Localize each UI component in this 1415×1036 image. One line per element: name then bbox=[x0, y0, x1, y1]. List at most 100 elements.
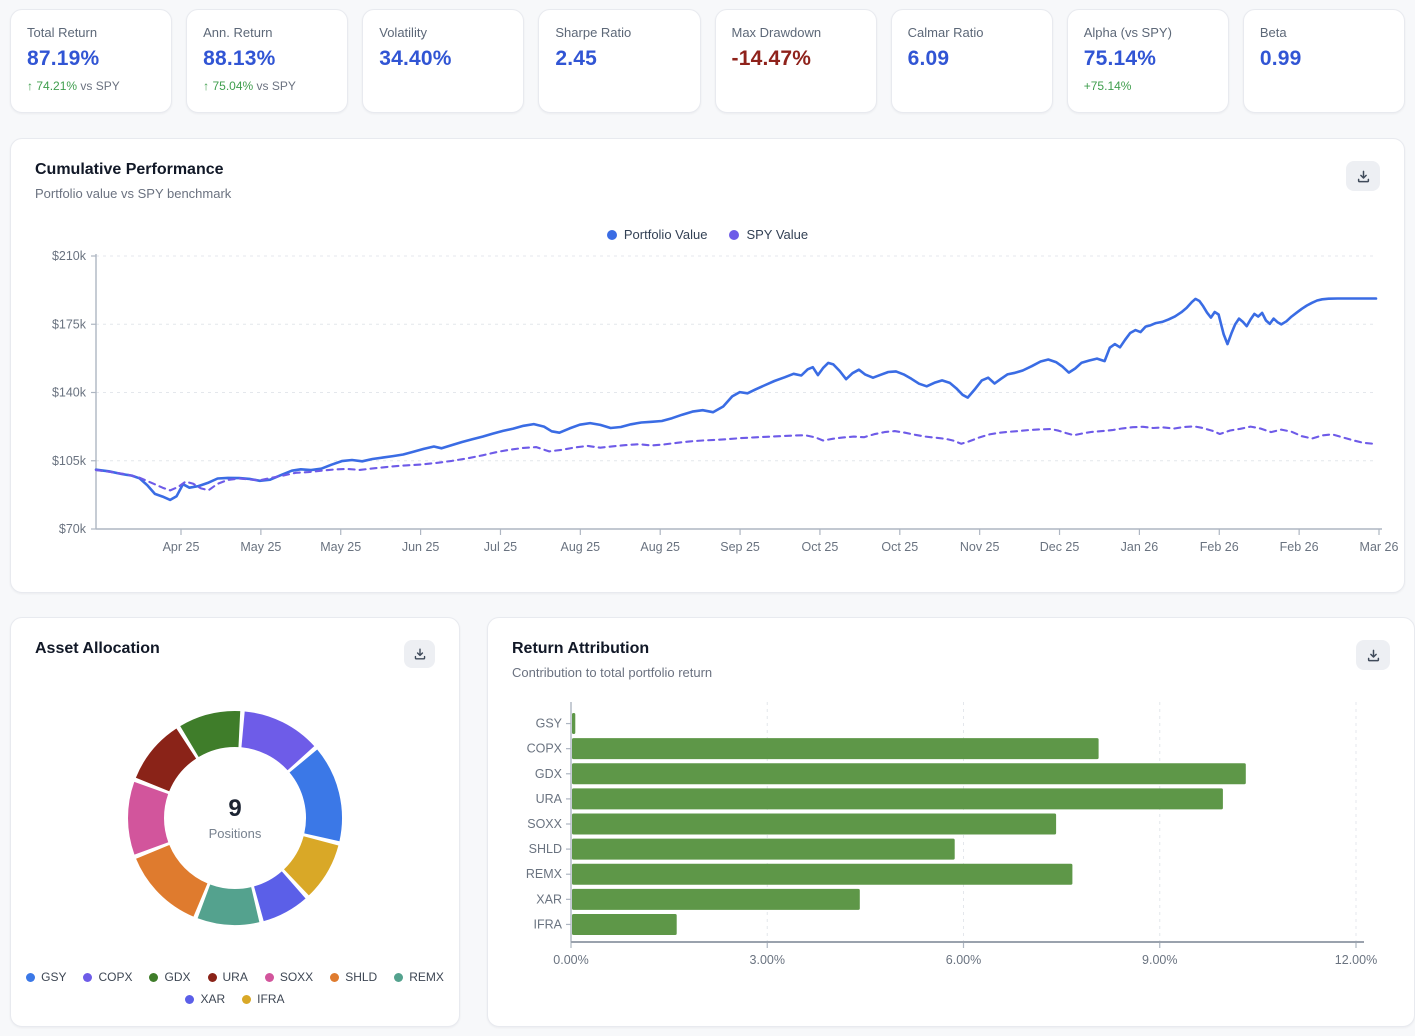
donut-slice-ifra bbox=[296, 841, 321, 883]
stat-value: -14.47% bbox=[732, 47, 860, 71]
legend-dot bbox=[83, 973, 92, 982]
delta-suffix: vs SPY bbox=[77, 79, 120, 93]
legend-dot bbox=[394, 973, 403, 982]
donut-slice-gdx bbox=[189, 729, 239, 742]
svg-text:12.00%: 12.00% bbox=[1335, 953, 1377, 967]
donut-slice-ura bbox=[153, 744, 187, 785]
donut-slice-shld bbox=[153, 852, 201, 900]
download-performance-button[interactable] bbox=[1346, 161, 1380, 191]
allocation-legend-item-gsy[interactable]: GSY bbox=[26, 970, 66, 984]
stat-value: 34.40% bbox=[379, 47, 507, 71]
attribution-header: Return Attribution Contribution to total… bbox=[488, 618, 1414, 680]
donut-slice-remx bbox=[204, 901, 255, 907]
svg-text:$175k: $175k bbox=[52, 317, 87, 331]
svg-text:6.00%: 6.00% bbox=[946, 953, 981, 967]
svg-text:$105k: $105k bbox=[52, 454, 87, 468]
stat-value: 87.19% bbox=[27, 47, 155, 71]
performance-legend: Portfolio Value SPY Value bbox=[11, 227, 1404, 242]
donut-slice-copx bbox=[243, 729, 301, 758]
stat-label: Ann. Return bbox=[203, 25, 331, 40]
legend-label: GSY bbox=[41, 970, 66, 984]
svg-text:$70k: $70k bbox=[59, 522, 87, 536]
allocation-title: Asset Allocation bbox=[35, 640, 160, 658]
stat-label: Alpha (vs SPY) bbox=[1084, 25, 1212, 40]
svg-text:Oct 25: Oct 25 bbox=[802, 540, 839, 554]
legend-label: IFRA bbox=[257, 992, 284, 1006]
up-arrow-icon: ↑ bbox=[27, 79, 36, 93]
svg-text:IFRA: IFRA bbox=[534, 917, 563, 931]
stat-delta: ↑ 74.21% vs SPY bbox=[27, 79, 155, 93]
allocation-legend-item-ifra[interactable]: IFRA bbox=[242, 992, 284, 1006]
attribution-bar-xar bbox=[572, 889, 860, 910]
allocation-legend-item-remx[interactable]: REMX bbox=[394, 970, 444, 984]
svg-text:Jul 25: Jul 25 bbox=[484, 540, 517, 554]
legend-label: Portfolio Value bbox=[624, 227, 708, 242]
legend-label: SOXX bbox=[280, 970, 313, 984]
attribution-bar-soxx bbox=[572, 814, 1056, 835]
svg-text:Feb 26: Feb 26 bbox=[1280, 540, 1319, 554]
attribution-bar-shld bbox=[572, 839, 955, 860]
legend-item-portfolio-value[interactable]: Portfolio Value bbox=[607, 227, 708, 242]
stat-card-beta: Beta0.99 bbox=[1243, 9, 1405, 113]
svg-text:Jan 26: Jan 26 bbox=[1121, 540, 1159, 554]
legend-label: REMX bbox=[409, 970, 444, 984]
attribution-bar-ura bbox=[572, 788, 1223, 809]
svg-text:REMX: REMX bbox=[526, 867, 563, 881]
cumulative-performance-card: Cumulative Performance Portfolio value v… bbox=[10, 138, 1405, 593]
allocation-legend-item-soxx[interactable]: SOXX bbox=[265, 970, 313, 984]
svg-text:May 25: May 25 bbox=[320, 540, 361, 554]
download-icon bbox=[1356, 169, 1371, 184]
allocation-donut-wrap: 9 Positions bbox=[11, 668, 459, 968]
stat-label: Max Drawdown bbox=[732, 25, 860, 40]
return-attribution-card: Return Attribution Contribution to total… bbox=[487, 617, 1415, 1027]
allocation-header: Asset Allocation bbox=[11, 618, 459, 668]
stat-value: 88.13% bbox=[203, 47, 331, 71]
legend-dot bbox=[208, 973, 217, 982]
stat-value: 2.45 bbox=[555, 47, 683, 71]
performance-header: Cumulative Performance Portfolio value v… bbox=[11, 139, 1404, 201]
legend-dot bbox=[330, 973, 339, 982]
download-icon bbox=[1366, 648, 1381, 663]
allocation-legend-item-copx[interactable]: COPX bbox=[83, 970, 132, 984]
svg-text:Aug 25: Aug 25 bbox=[561, 540, 601, 554]
stat-card-ann-return: Ann. Return88.13%↑ 75.04% vs SPY bbox=[186, 9, 348, 113]
attribution-bar-copx bbox=[572, 738, 1099, 759]
allocation-legend-item-gdx[interactable]: GDX bbox=[149, 970, 190, 984]
stat-value: 75.14% bbox=[1084, 47, 1212, 71]
stat-delta: +75.14% bbox=[1084, 79, 1212, 93]
legend-dot bbox=[607, 230, 617, 240]
stat-card-row: Total Return 87.19% ↑ 74.21% vs SPY Ann. Re… bbox=[10, 9, 1405, 113]
svg-text:$140k: $140k bbox=[52, 386, 87, 400]
legend-dot bbox=[265, 973, 274, 982]
attribution-bar-gdx bbox=[572, 763, 1246, 784]
svg-text:Sep 25: Sep 25 bbox=[720, 540, 760, 554]
legend-label: COPX bbox=[98, 970, 132, 984]
legend-item-spy-value[interactable]: SPY Value bbox=[729, 227, 808, 242]
attribution-title: Return Attribution bbox=[512, 640, 712, 658]
stat-card-total-return: Total Return 87.19% ↑ 74.21% vs SPY bbox=[10, 9, 172, 113]
svg-text:0.00%: 0.00% bbox=[553, 953, 588, 967]
stat-label: Sharpe Ratio bbox=[555, 25, 683, 40]
svg-text:URA: URA bbox=[536, 792, 563, 806]
stat-value: 6.09 bbox=[908, 47, 1036, 71]
allocation-legend-item-shld[interactable]: SHLD bbox=[330, 970, 377, 984]
allocation-legend-row: XAR IFRA bbox=[31, 992, 439, 1006]
stat-card-alpha-vs-spy: Alpha (vs SPY) 75.14% +75.14% bbox=[1067, 9, 1229, 113]
svg-text:May 25: May 25 bbox=[240, 540, 281, 554]
stat-value: 0.99 bbox=[1260, 47, 1388, 71]
legend-dot bbox=[26, 973, 35, 982]
svg-text:GDX: GDX bbox=[535, 767, 563, 781]
svg-text:Oct 25: Oct 25 bbox=[881, 540, 918, 554]
portfolio-dashboard: Total Return 87.19% ↑ 74.21% vs SPY Ann. Re… bbox=[0, 0, 1415, 1036]
allocation-legend-item-ura[interactable]: URA bbox=[208, 970, 248, 984]
legend-label: GDX bbox=[164, 970, 190, 984]
download-attribution-button[interactable] bbox=[1356, 640, 1390, 670]
series-spy-value bbox=[96, 426, 1376, 490]
svg-text:XAR: XAR bbox=[536, 892, 562, 906]
allocation-legend-item-xar[interactable]: XAR bbox=[185, 992, 225, 1006]
attribution-bar-gsy bbox=[572, 713, 575, 734]
download-allocation-button[interactable] bbox=[404, 640, 435, 668]
svg-text:Feb 26: Feb 26 bbox=[1200, 540, 1239, 554]
stat-label: Total Return bbox=[27, 25, 155, 40]
donut-slice-soxx bbox=[146, 788, 151, 848]
